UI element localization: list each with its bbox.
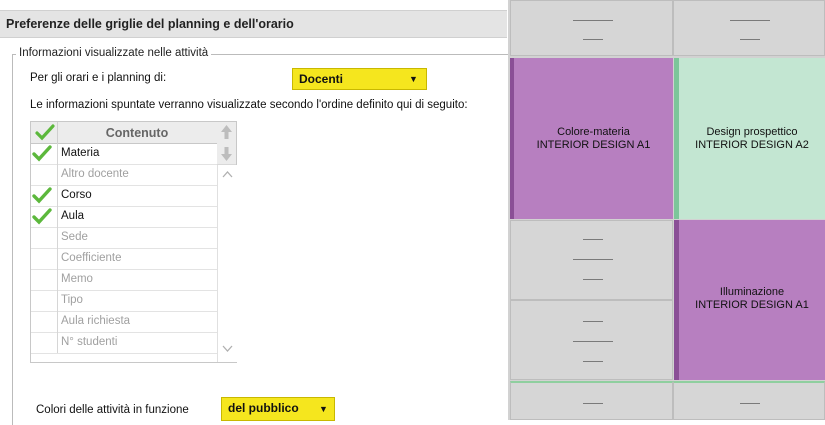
activity-subject: Illuminazione <box>719 286 785 298</box>
content-row[interactable]: Sede <box>31 227 217 249</box>
info-group-title: Informazioni visualizzate nelle attività <box>16 47 212 59</box>
activity-subject: Colore-materia <box>557 126 630 138</box>
preferences-panel: Preferenze delle griglie del planning e … <box>0 0 509 425</box>
row-checkbox[interactable] <box>31 164 58 185</box>
content-row[interactable]: Aula richiesta <box>31 311 217 333</box>
move-down-button[interactable] <box>217 143 236 165</box>
row-checkbox[interactable] <box>31 311 58 332</box>
activity-block[interactable]: Illuminazione INTERIOR DESIGN A1 <box>674 220 825 380</box>
for-label: Per gli orari e i planning di: <box>30 72 167 84</box>
activity-block[interactable]: Colore-materia INTERIOR DESIGN A1 <box>510 58 673 219</box>
check-icon <box>32 187 52 204</box>
chevron-down-icon: ▼ <box>409 74 418 84</box>
scroll-up-icon <box>222 171 233 178</box>
colors-dropdown[interactable]: del pubblico ▼ <box>221 397 335 421</box>
empty-slot[interactable] <box>510 220 673 300</box>
activity-class: INTERIOR DESIGN A1 <box>536 139 651 151</box>
row-checkbox[interactable] <box>31 248 58 269</box>
content-row[interactable]: Memo <box>31 269 217 291</box>
row-label: Coefficiente <box>61 252 122 264</box>
for-dropdown-value: Docenti <box>299 72 344 86</box>
row-checkbox[interactable] <box>31 269 58 290</box>
colors-label: Colori delle attività in funzione <box>36 404 189 416</box>
row-checkbox[interactable] <box>31 227 58 248</box>
row-checkbox[interactable] <box>31 206 58 227</box>
order-description: Le informazioni spuntate verranno visual… <box>30 99 468 111</box>
for-dropdown[interactable]: Docenti ▼ <box>292 68 427 90</box>
row-label: Materia <box>61 147 100 159</box>
move-up-button[interactable] <box>217 122 236 143</box>
empty-slot[interactable] <box>510 300 673 380</box>
row-label: Memo <box>61 273 93 285</box>
check-icon <box>32 208 52 225</box>
chevron-down-icon: ▼ <box>319 404 328 414</box>
row-checkbox[interactable] <box>31 332 58 353</box>
row-label: Sede <box>61 231 88 243</box>
timetable-grid: Colore-materia INTERIOR DESIGN A1 Design… <box>508 0 825 420</box>
activity-block[interactable]: Design prospettico INTERIOR DESIGN A2 <box>674 58 825 219</box>
check-icon <box>32 145 52 162</box>
content-row[interactable]: Aula <box>31 206 217 228</box>
activity-class: INTERIOR DESIGN A2 <box>695 139 809 151</box>
row-label: Aula richiesta <box>61 315 131 327</box>
row-label: N° studenti <box>61 336 118 348</box>
activity-class: INTERIOR DESIGN A1 <box>695 299 809 311</box>
grid-header: Contenuto <box>31 122 217 144</box>
content-row[interactable]: N° studenti <box>31 332 217 354</box>
content-row[interactable]: Tipo <box>31 290 217 312</box>
row-label: Altro docente <box>61 168 129 180</box>
header-check-icon[interactable] <box>35 123 55 144</box>
colors-dropdown-value: del pubblico <box>228 401 299 415</box>
row-checkbox[interactable] <box>31 143 58 164</box>
empty-slot[interactable] <box>510 0 673 56</box>
scroll-down-icon <box>222 345 233 352</box>
content-row[interactable]: Coefficiente <box>31 248 217 270</box>
empty-slot[interactable] <box>673 381 825 420</box>
empty-slot[interactable] <box>510 381 673 420</box>
row-checkbox[interactable] <box>31 290 58 311</box>
row-checkbox[interactable] <box>31 185 58 206</box>
row-label: Tipo <box>61 294 83 306</box>
row-label: Corso <box>61 189 92 201</box>
panel-title: Preferenze delle griglie del planning e … <box>6 17 294 31</box>
grid-scrollbar[interactable] <box>217 165 237 362</box>
panel-titlebar: Preferenze delle griglie del planning e … <box>0 10 507 38</box>
empty-slot[interactable] <box>673 0 825 56</box>
content-grid: Contenuto Materia Altro docente Corso Aula S… <box>30 121 237 363</box>
content-row[interactable]: Corso <box>31 185 217 207</box>
content-row[interactable]: Materia <box>31 143 217 165</box>
column-header-contenuto[interactable]: Contenuto <box>57 126 217 140</box>
row-label: Aula <box>61 210 85 222</box>
activity-subject: Design prospettico <box>706 126 798 138</box>
content-row[interactable]: Altro docente <box>31 164 217 186</box>
